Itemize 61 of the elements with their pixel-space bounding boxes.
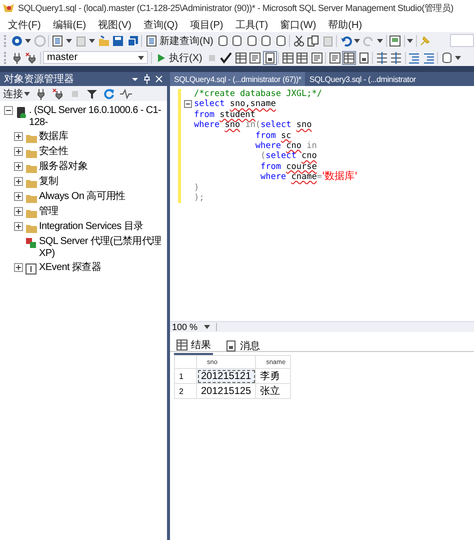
code-token: =: [316, 172, 322, 183]
code-token: in: [306, 140, 317, 152]
code-token: '数据库': [322, 172, 358, 183]
new-query-button[interactable]: 新建查询(N): [144, 34, 214, 48]
code-token: (: [260, 151, 266, 162]
code-token: cname: [291, 172, 317, 183]
code-token: sno,sname: [230, 99, 276, 110]
code-editor[interactable]: /*create database JXGL;*/ select sno,sname from student where sno in(select sno from sc where cno in (select cno from course where cname='数据库' ) );: [181, 89, 358, 321]
tree-item[interactable]: 安全性: [39, 146, 68, 158]
code-token: cno: [301, 151, 317, 162]
window-title: SQLQuery1.sql - (local).master (C1-128-25\Administrator (90))* - Microsoft SQL Server Management Studio(管理员): [18, 2, 454, 15]
code-token: from: [254, 130, 277, 141]
tree-item[interactable]: . (SQL Server 16.0.1000.6 - C1-128-: [29, 105, 165, 129]
menu-item[interactable]: 文件(F): [2, 18, 47, 32]
database-dropdown[interactable]: master: [43, 51, 148, 64]
tree-item[interactable]: 数据库: [39, 131, 68, 143]
table-cell: 201215125: [196, 384, 256, 398]
menu-item[interactable]: 查询(Q): [137, 18, 184, 32]
tree-item[interactable]: 服务器对象: [39, 161, 88, 173]
code-token: sno: [296, 120, 312, 131]
tree-item[interactable]: XEvent 探查器: [39, 262, 102, 274]
code-token: ): [194, 182, 200, 193]
table-cell: 201215121: [196, 368, 256, 384]
menu-item[interactable]: 视图(V): [92, 18, 138, 32]
editor-tab[interactable]: SQLQuery4.sql - (...dministrator (67))*: [170, 72, 306, 86]
execute-button[interactable]: 执行(X): [154, 50, 204, 64]
code-token: from: [260, 162, 282, 172]
result-tab[interactable]: 消息: [223, 338, 262, 354]
code-token: );: [194, 192, 204, 204]
connect-button[interactable]: 连接: [3, 86, 30, 100]
menu-item[interactable]: 编辑(E): [46, 18, 92, 32]
menu-item[interactable]: 窗口(W): [274, 18, 322, 32]
code-token: select: [266, 151, 298, 162]
table-cell: 张立: [256, 384, 290, 398]
result-tab[interactable]: 结果: [174, 336, 213, 354]
code-token: in(: [244, 120, 261, 131]
code-token: from: [194, 110, 216, 120]
row-number: 2: [174, 384, 196, 398]
code-token: sno: [224, 120, 240, 131]
code-token: /*create database JXGL;*/: [194, 89, 322, 100]
table-cell: 李勇: [256, 368, 290, 384]
code-token: cno: [286, 140, 302, 152]
tree-item[interactable]: 管理: [39, 206, 58, 218]
tree-item[interactable]: SQL Server 代理(已禁用代理 XP): [39, 236, 165, 260]
zoom-dropdown[interactable]: 100 %: [172, 322, 198, 332]
code-token: where: [260, 172, 288, 183]
code-token: where: [194, 120, 221, 131]
code-token: where: [254, 140, 282, 152]
code-token: select: [260, 120, 292, 131]
code-token: sc: [281, 130, 292, 141]
code-token: select: [194, 99, 226, 110]
code-token: student: [220, 110, 256, 120]
menu-item[interactable]: 项目(P): [184, 18, 230, 32]
code-token: course: [286, 162, 317, 172]
tree-item[interactable]: 复制: [39, 176, 58, 188]
tree-item[interactable]: Always On 高可用性: [39, 191, 126, 203]
panel-title: 对象资源管理器: [4, 72, 75, 86]
menu-item[interactable]: 工具(T): [229, 18, 274, 32]
menu-item[interactable]: 帮助(H): [322, 18, 368, 32]
editor-tab[interactable]: SQLQuery3.sql - (...dministrator: [305, 72, 420, 86]
tree-item[interactable]: Integration Services 目录: [39, 221, 144, 233]
